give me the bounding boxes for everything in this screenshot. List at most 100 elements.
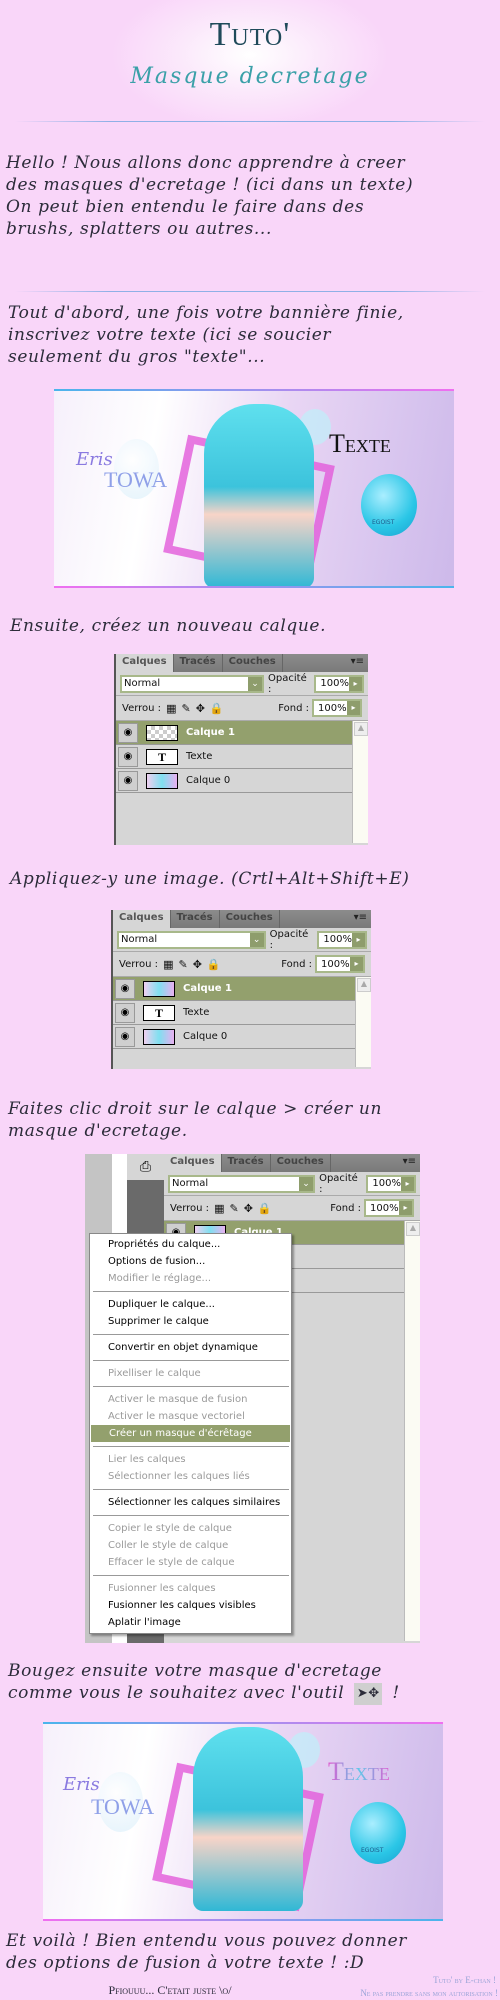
- lock-move-icon[interactable]: ✥: [244, 1202, 253, 1215]
- lock-move-icon[interactable]: ✥: [193, 958, 202, 971]
- context-menu-item[interactable]: Dupliquer le calque...: [90, 1296, 291, 1313]
- blend-mode-value: Normal: [172, 1178, 209, 1189]
- text-line: des options de fusion à votre texte ! :D: [6, 1953, 365, 1973]
- panel-menu-icon[interactable]: ▾≡: [351, 656, 364, 667]
- context-menu-item[interactable]: Convertir en objet dynamique: [90, 1339, 291, 1356]
- layer-name: Calque 1: [183, 983, 233, 994]
- fill-field[interactable]: 100% ▸: [364, 1199, 414, 1217]
- tab-traces[interactable]: Tracés: [171, 910, 220, 928]
- panel-tabs: Calques Tracés Couches ▾≡: [116, 654, 368, 672]
- scroll-up-icon[interactable]: ▲: [406, 1222, 420, 1236]
- blend-mode-select[interactable]: Normal ⌄: [168, 1174, 316, 1193]
- layer-row[interactable]: ◉ T Texte: [116, 745, 352, 769]
- eye-icon[interactable]: ◉: [115, 978, 135, 999]
- layer-row[interactable]: ◉ Calque 1: [116, 721, 352, 745]
- eye-icon[interactable]: ◉: [118, 722, 138, 743]
- layer-row[interactable]: ◉ Calque 0: [113, 1025, 355, 1049]
- tab-calques[interactable]: Calques: [116, 654, 174, 672]
- eye-icon[interactable]: ◉: [115, 1026, 135, 1047]
- context-menu-item[interactable]: Propriétés du calque...: [90, 1236, 291, 1253]
- blend-mode-select[interactable]: Normal ⌄: [120, 674, 265, 693]
- menu-separator: [93, 1386, 289, 1387]
- opacity-field[interactable]: 100% ▸: [314, 674, 364, 693]
- context-menu-item: Pixelliser le calque: [108, 1368, 201, 1379]
- fill-value: 100%: [370, 1202, 399, 1214]
- blend-mode-select[interactable]: Normal ⌄: [117, 930, 266, 949]
- opacity-field[interactable]: 100% ▸: [317, 930, 367, 949]
- context-menu-item: Coller le style de calque: [108, 1540, 229, 1551]
- text-line: Bougez ensuite votre masque d'ecretage: [8, 1661, 382, 1681]
- lock-all-icon[interactable]: 🔒: [207, 958, 221, 971]
- context-menu-item: Activer le masque vectoriel: [108, 1411, 245, 1422]
- tab-couches[interactable]: Couches: [220, 910, 280, 928]
- menu-separator: [93, 1515, 289, 1516]
- panel-menu-icon[interactable]: ▾≡: [403, 1156, 416, 1167]
- opacity-value: 100%: [320, 678, 349, 689]
- scroll-up-icon[interactable]: ▲: [354, 722, 368, 736]
- chevron-right-icon[interactable]: ▸: [350, 957, 363, 971]
- lock-transparency-icon[interactable]: ▦: [214, 1202, 224, 1215]
- eye-icon[interactable]: ◉: [118, 746, 138, 767]
- lock-transparency-icon[interactable]: ▦: [163, 958, 173, 971]
- opacity-value: 100%: [372, 1178, 401, 1189]
- banner-egoist-text: EGOIST: [361, 1847, 384, 1854]
- lock-all-icon[interactable]: 🔒: [210, 702, 224, 715]
- layer-row[interactable]: ◉ Calque 0: [116, 769, 352, 793]
- tab-couches[interactable]: Couches: [223, 654, 283, 672]
- context-menu-item[interactable]: Options de fusion...: [90, 1253, 291, 1270]
- step5-text: Bougez ensuite votre masque d'ecretage c…: [8, 1660, 500, 1705]
- tab-calques[interactable]: Calques: [113, 910, 171, 928]
- tab-traces[interactable]: Tracés: [222, 1154, 271, 1172]
- lock-move-icon[interactable]: ✥: [196, 702, 205, 715]
- lock-transparency-icon[interactable]: ▦: [166, 702, 176, 715]
- panel-menu-icon[interactable]: ▾≡: [354, 912, 367, 923]
- footer-notice: Ne pas prendre sans mon autorisation !: [360, 1988, 498, 1998]
- scrollbar[interactable]: ▲: [355, 977, 371, 1067]
- menu-separator: [93, 1489, 289, 1490]
- scrollbar[interactable]: ▲: [352, 721, 368, 843]
- lock-all-icon[interactable]: 🔒: [258, 1202, 272, 1215]
- text-line: inscrivez votre texte (ici se soucier: [8, 325, 332, 345]
- context-menu-item[interactable]: Fusionner les calques visibles: [90, 1597, 291, 1614]
- lock-brush-icon[interactable]: ✎: [229, 1202, 238, 1215]
- chevron-right-icon[interactable]: ▸: [347, 701, 360, 715]
- scrollbar[interactable]: ▲: [404, 1221, 420, 1641]
- eye-icon[interactable]: ◉: [115, 1002, 135, 1023]
- context-menu-item[interactable]: Sélectionner les calques similaires: [90, 1494, 291, 1511]
- chevron-right-icon[interactable]: ▸: [401, 1176, 414, 1191]
- chevron-down-icon[interactable]: ⌄: [299, 1176, 314, 1191]
- layer-row[interactable]: ◉ Calque 1: [113, 977, 355, 1001]
- text-line: Faites clic droit sur le calque > créer …: [8, 1099, 383, 1119]
- chevron-right-icon[interactable]: ▸: [352, 932, 365, 947]
- chevron-down-icon[interactable]: ⌄: [249, 932, 264, 947]
- context-menu-item[interactable]: Supprimer le calque: [90, 1313, 291, 1330]
- opacity-label: Opacité :: [319, 1172, 358, 1195]
- layers-panel: Calques Tracés Couches ▾≡ Normal ⌄ Opacit…: [111, 910, 371, 1069]
- eye-icon[interactable]: ◉: [118, 770, 138, 791]
- fill-field[interactable]: 100% ▸: [312, 699, 362, 717]
- scroll-up-icon[interactable]: ▲: [357, 978, 371, 992]
- text-line: Et voilà ! Bien entendu vous pouvez donn…: [6, 1931, 407, 1951]
- context-menu-item: Activer le masque de fusion: [108, 1394, 248, 1405]
- context-menu-item[interactable]: Aplatir l'image: [90, 1614, 291, 1631]
- step3-text: Appliquez-y une image. (Crtl+Alt+Shift+E…: [10, 869, 410, 889]
- balloon-icon: [361, 474, 417, 536]
- chevron-right-icon[interactable]: ▸: [349, 676, 362, 691]
- tab-couches[interactable]: Couches: [271, 1154, 331, 1172]
- chevron-down-icon[interactable]: ⌄: [248, 676, 263, 691]
- opacity-field[interactable]: 100% ▸: [366, 1174, 416, 1193]
- lock-brush-icon[interactable]: ✎: [181, 702, 190, 715]
- fill-label: Fond :: [330, 1202, 361, 1214]
- clone-stamp-icon[interactable]: ⎙: [127, 1154, 164, 1180]
- tab-traces[interactable]: Tracés: [174, 654, 223, 672]
- context-menu-item[interactable]: Créer un masque d'écrêtage: [91, 1425, 290, 1442]
- fill-field[interactable]: 100% ▸: [315, 955, 365, 973]
- lock-brush-icon[interactable]: ✎: [178, 958, 187, 971]
- layer-row[interactable]: ◉ T Texte: [113, 1001, 355, 1025]
- tab-calques[interactable]: Calques: [164, 1154, 222, 1172]
- chevron-right-icon[interactable]: ▸: [399, 1201, 412, 1215]
- layer-name: Calque 0: [183, 1031, 228, 1042]
- footer-credit: Tuto' by E-chan !: [433, 1975, 496, 1985]
- fill-value: 100%: [321, 958, 350, 970]
- divider: [15, 291, 485, 292]
